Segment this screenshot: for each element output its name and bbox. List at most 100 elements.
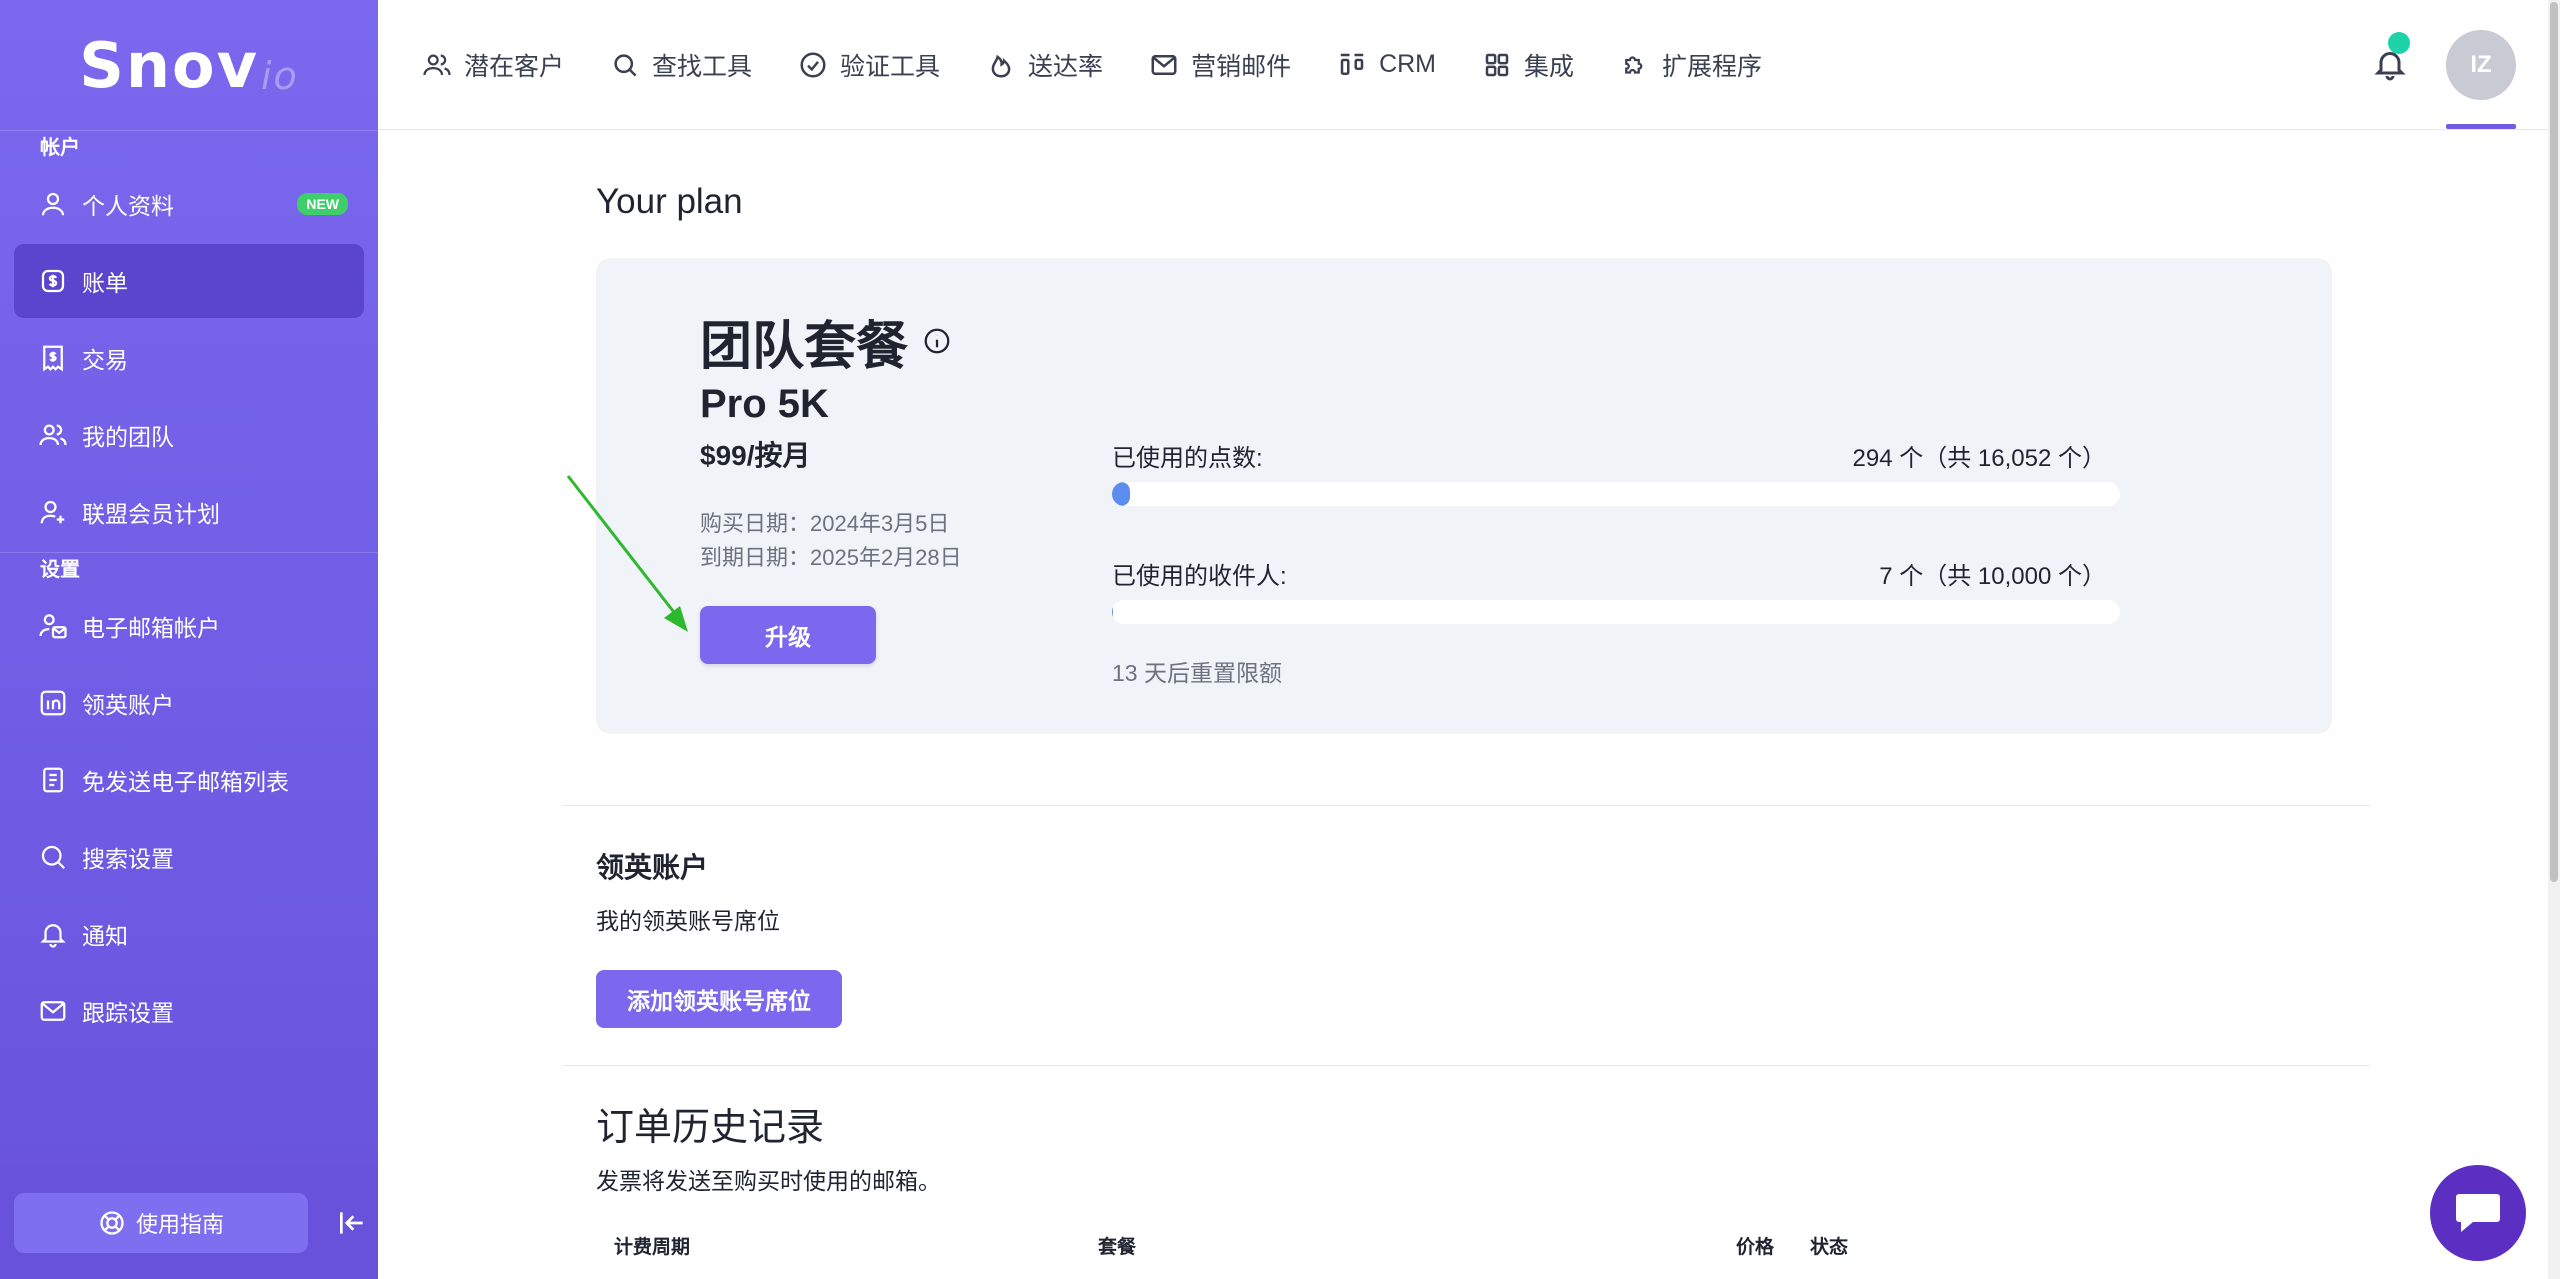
notification-dot [2388, 32, 2410, 54]
nav-label: CRM [1379, 50, 1437, 78]
sidebar-section-account: 帐户 [0, 130, 378, 164]
page-title: Your plan [596, 182, 743, 221]
nav-label: 扩展程序 [1662, 52, 1763, 81]
sidebar-item-affiliate[interactable]: 联盟会员计划 [14, 475, 364, 549]
order-history-subtitle: 发票将发送至购买时使用的邮箱。 [596, 1168, 941, 1194]
nav-label: 送达率 [1028, 52, 1104, 81]
sidebar-item-tracking-settings[interactable]: 跟踪设置 [14, 974, 364, 1048]
nav-label: 验证工具 [840, 52, 941, 81]
bell-icon [40, 924, 66, 948]
flame-icon [991, 54, 1011, 78]
plan-card: 团队套餐 Pro 5K $99/按月 购买日期：2024年3月5日 到期日期：2… [596, 258, 2332, 734]
sidebar-item-label: 账单 [82, 270, 128, 296]
upgrade-button[interactable]: 升级 [700, 606, 876, 664]
section-divider [562, 805, 2370, 806]
nav-integrations[interactable]: 集成 [1482, 47, 1574, 83]
kanban-icon [1340, 53, 1364, 75]
page-scrollbar[interactable] [2548, 0, 2560, 1279]
top-navigation: 潜在客户 查找工具 验证工具 送达率 营销邮件 CRM 集成 扩展程序 IZ [378, 0, 2560, 130]
sidebar-item-label: 免发送电子邮箱列表 [82, 769, 289, 795]
sidebar-item-do-not-email-list[interactable]: 免发送电子邮箱列表 [14, 743, 364, 817]
credits-used-label: 已使用的点数: [1112, 445, 1263, 472]
sidebar-item-label: 交易 [82, 347, 128, 373]
plan-tier: Pro 5K [700, 382, 829, 426]
nav-email-campaigns[interactable]: 营销邮件 [1149, 47, 1291, 83]
credits-progress-bar [1112, 482, 2120, 506]
user-plus-icon [40, 500, 65, 524]
sidebar-item-label: 电子邮箱帐户 [82, 615, 220, 641]
column-header-plan[interactable]: 套餐 [1098, 1232, 1136, 1259]
info-icon[interactable] [922, 326, 952, 356]
column-header-billing-period[interactable]: 计费周期 [614, 1232, 690, 1259]
sidebar-item-search-settings[interactable]: 搜索设置 [14, 820, 364, 894]
sidebar-item-label: 领英账户 [82, 692, 174, 718]
avatar-active-indicator [2446, 124, 2516, 129]
sidebar-item-label: 搜索设置 [82, 846, 174, 872]
sidebar-item-billing[interactable]: 账单 [14, 244, 364, 318]
grid-icon [1485, 53, 1509, 76]
section-divider [562, 1065, 2370, 1066]
linkedin-icon [40, 690, 66, 716]
sidebar-item-label: 通知 [82, 923, 128, 949]
search-icon [41, 845, 66, 870]
team-icon [39, 424, 67, 446]
sidebar-item-email-accounts[interactable]: 电子邮箱帐户 [14, 589, 364, 663]
chat-icon [2456, 1194, 2500, 1232]
column-header-price[interactable]: 价格 [1736, 1232, 1774, 1259]
user-guide-button[interactable]: 使用指南 [14, 1193, 308, 1253]
users-icon [423, 54, 451, 75]
annotation-arrow-icon [566, 475, 688, 632]
check-circle-icon [800, 52, 826, 77]
sidebar-item-profile[interactable]: 个人资料 NEW [14, 167, 364, 241]
logo[interactable]: Snov io [0, 0, 378, 130]
recipients-used-label: 已使用的收件人: [1112, 563, 1287, 590]
linkedin-section-subtitle: 我的领英账号席位 [596, 908, 780, 934]
mail-check-icon [40, 1001, 66, 1021]
nav-crm[interactable]: CRM [1337, 50, 1436, 80]
dollar-icon [41, 269, 65, 293]
sidebar-item-linkedin-accounts[interactable]: 领英账户 [14, 666, 364, 740]
sidebar-section-settings: 设置 [0, 552, 378, 586]
recipients-progress-fill [1112, 600, 1113, 624]
sidebar-item-notifications[interactable]: 通知 [14, 897, 364, 971]
linkedin-section-title: 领英账户 [596, 852, 709, 883]
user-avatar[interactable]: IZ [2446, 30, 2516, 100]
lifebuoy-icon [100, 1211, 124, 1235]
live-chat-button[interactable] [2430, 1165, 2526, 1261]
recipients-progress-bar [1112, 600, 2120, 624]
sidebar-footer: 使用指南 [0, 1167, 378, 1279]
search-icon [614, 53, 637, 77]
expiry-date: 到期日期：2025年2月28日 [700, 545, 962, 570]
plan-name: 团队套餐 [700, 318, 909, 376]
add-linkedin-seat-button[interactable]: 添加领英账号席位 [596, 970, 842, 1028]
logo-suffix: io [261, 54, 299, 98]
receipt-icon [43, 345, 63, 372]
nav-finder-tools[interactable]: 查找工具 [610, 47, 752, 83]
credits-used-value: 294 个（共 16,052 个） [1852, 445, 2106, 472]
column-header-status[interactable]: 状态 [1810, 1232, 1848, 1259]
nav-label: 查找工具 [652, 52, 753, 81]
purchase-date: 购买日期：2024年3月5日 [700, 511, 950, 536]
nav-verifier-tools[interactable]: 验证工具 [798, 47, 940, 83]
reset-limit-text: 13 天后重置限额 [1112, 660, 1282, 686]
nav-label: 营销邮件 [1191, 52, 1292, 81]
logo-main: Snov [79, 28, 259, 102]
credits-progress-fill [1112, 482, 1131, 506]
collapse-sidebar-icon[interactable] [336, 1207, 368, 1239]
sidebar-item-transactions[interactable]: 交易 [14, 321, 364, 395]
mail-icon [1151, 54, 1177, 75]
sidebar-item-my-team[interactable]: 我的团队 [14, 398, 364, 472]
nav-extensions[interactable]: 扩展程序 [1620, 47, 1762, 83]
plan-price: $99/按月 [700, 440, 811, 471]
recipients-used-value: 7 个（共 10,000 个） [1879, 563, 2106, 590]
puzzle-icon [1625, 55, 1643, 74]
nav-label: 集成 [1524, 52, 1575, 81]
nav-deliverability[interactable]: 送达率 [986, 47, 1103, 83]
new-badge: NEW [297, 193, 348, 215]
scrollbar-thumb[interactable] [2550, 2, 2558, 882]
sidebar: Snov io 帐户 个人资料 NEW 账单 交易 我的团队 联盟会员计划 设置 … [0, 0, 378, 1279]
main-content: Your plan 团队套餐 Pro 5K $99/按月 购买日期：2024年3… [378, 130, 2548, 1279]
order-history-title: 订单历史记录 [596, 1107, 825, 1149]
nav-prospects[interactable]: 潜在客户 [422, 47, 564, 83]
user-icon [41, 192, 65, 216]
